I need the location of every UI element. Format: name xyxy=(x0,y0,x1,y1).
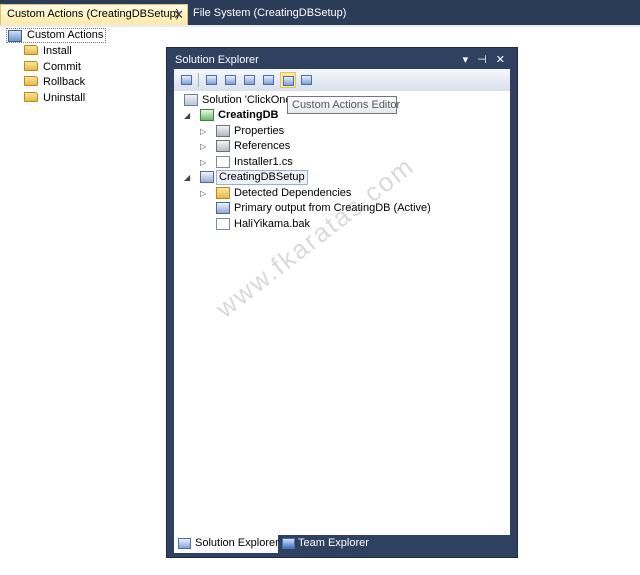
tree-node-label: Properties xyxy=(234,125,285,137)
custom-action-install[interactable]: Install xyxy=(24,44,72,58)
csharp-project-icon xyxy=(200,109,214,121)
custom-actions-icon xyxy=(8,30,22,42)
tooltip: Custom Actions Editor xyxy=(287,96,400,114)
custom-action-commit[interactable]: Commit xyxy=(24,60,81,74)
custom-action-rollback[interactable]: Rollback xyxy=(24,75,85,89)
custom-actions-icon xyxy=(283,76,294,86)
custom-action-label: Uninstall xyxy=(43,92,86,104)
tree-node-label: CreatingDBSetup xyxy=(216,170,308,185)
solution-explorer-toolbar xyxy=(174,69,510,91)
tab-solution-explorer-label: Solution Explorer xyxy=(195,537,279,549)
custom-actions-editor-button[interactable] xyxy=(280,72,296,88)
folder-icon xyxy=(24,45,38,55)
folder-icon xyxy=(216,187,230,199)
setup-project-icon xyxy=(200,171,214,183)
custom-actions-root-label: Custom Actions xyxy=(27,29,104,41)
launch-conditions-icon xyxy=(301,75,312,85)
tree-node-label: Installer1.cs xyxy=(234,156,293,168)
custom-action-label: Install xyxy=(43,45,72,57)
user-interface-icon xyxy=(263,75,274,85)
tree-node-label: Primary output from CreatingDB (Active) xyxy=(234,202,431,214)
collapse-icon[interactable]: ◢ xyxy=(184,170,192,185)
solution-explorer-bottom-tabs: Solution Explorer Team Explorer xyxy=(174,535,510,554)
folder-icon xyxy=(24,76,38,86)
solution-explorer-icon xyxy=(178,538,191,549)
tree-node-label: Detected Dependencies xyxy=(234,187,352,199)
solution-explorer-tree: Solution 'ClickOnc ◢ CreatingDB ▷ Proper… xyxy=(174,91,510,535)
properties-button[interactable] xyxy=(179,72,195,88)
tree-node-label: References xyxy=(234,140,291,152)
tab-custom-actions[interactable]: Custom Actions (CreatingDBSetup) ✕ xyxy=(0,4,188,25)
file-types-editor-button[interactable] xyxy=(242,72,258,88)
window-buttons[interactable]: ▾ ⊣ ✕ xyxy=(463,52,508,68)
file-system-editor-button[interactable] xyxy=(204,72,220,88)
custom-action-label: Commit xyxy=(43,61,81,73)
solution-icon xyxy=(184,94,198,106)
file-icon xyxy=(216,218,230,230)
tree-node-label: Solution 'ClickOnc xyxy=(202,94,291,106)
custom-action-uninstall[interactable]: Uninstall xyxy=(24,91,85,105)
tab-file-system[interactable]: File System (CreatingDBSetup) xyxy=(190,4,350,25)
user-interface-editor-button[interactable] xyxy=(261,72,277,88)
file-types-icon xyxy=(244,75,255,85)
folder-icon xyxy=(24,61,38,71)
solution-explorer-title: Solution Explorer xyxy=(175,54,259,66)
registry-editor-button[interactable] xyxy=(223,72,239,88)
solution-explorer-title-bar[interactable]: Solution Explorer ▾ ⊣ ✕ xyxy=(172,52,512,68)
tab-file-system-label: File System (CreatingDBSetup) xyxy=(193,7,347,19)
expand-icon[interactable]: ▷ xyxy=(200,124,208,139)
tab-solution-explorer[interactable]: Solution Explorer xyxy=(174,535,279,553)
tab-team-explorer[interactable]: Team Explorer xyxy=(280,535,380,553)
registry-icon xyxy=(225,75,236,85)
expand-icon[interactable]: ▷ xyxy=(200,139,208,154)
csharp-file-icon xyxy=(216,156,230,168)
tree-node-label: CreatingDB xyxy=(218,109,279,121)
expand-icon[interactable]: ▷ xyxy=(200,186,208,201)
primary-output-icon xyxy=(216,202,230,214)
launch-conditions-editor-button[interactable] xyxy=(299,72,315,88)
file-system-icon xyxy=(206,75,217,85)
toolbar-separator xyxy=(198,73,199,87)
tree-node-label: HaliYikama.bak xyxy=(234,218,311,230)
references-icon xyxy=(216,140,230,152)
custom-action-label: Rollback xyxy=(43,76,86,88)
team-explorer-icon xyxy=(282,538,295,549)
properties-icon xyxy=(216,125,230,137)
custom-actions-root[interactable]: Custom Actions xyxy=(6,28,106,43)
collapse-icon[interactable]: ◢ xyxy=(184,108,192,123)
expand-icon[interactable]: ▷ xyxy=(200,155,208,170)
properties-icon xyxy=(181,75,192,85)
tab-custom-actions-label: Custom Actions (CreatingDBSetup) xyxy=(7,8,180,20)
folder-icon xyxy=(24,92,38,102)
close-icon[interactable]: ✕ xyxy=(173,5,184,24)
tab-team-explorer-label: Team Explorer xyxy=(298,537,369,549)
document-tab-strip: Custom Actions (CreatingDBSetup) ✕ File … xyxy=(0,0,640,27)
